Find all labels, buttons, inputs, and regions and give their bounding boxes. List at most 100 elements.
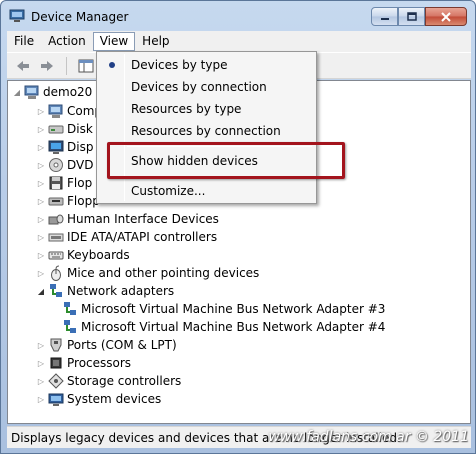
minimize-icon (380, 17, 389, 20)
tree-item-label: Flopp (67, 194, 100, 208)
menu-item-devices-by-type[interactable]: Devices by type (99, 54, 314, 76)
menu-file[interactable]: File (7, 32, 41, 51)
window-title: Device Manager (31, 10, 129, 24)
tree-child-item[interactable]: Microsoft Virtual Machine Bus Network Ad… (60, 300, 385, 318)
menu-item-label: Resources by connection (131, 124, 281, 138)
tree-item[interactable]: ▷ Storage controllers (36, 372, 181, 390)
tree-item[interactable]: ▷ Disp (36, 138, 93, 156)
network-adapter-icon (62, 301, 78, 317)
radio-bullet-icon (109, 62, 115, 68)
expand-arrow-icon[interactable]: ▷ (36, 264, 46, 282)
close-icon (441, 11, 451, 22)
expand-arrow-icon[interactable]: ▷ (36, 138, 46, 156)
expand-arrow-icon[interactable]: ▷ (36, 174, 46, 192)
tree-item-label: Disp (67, 140, 94, 154)
menu-help[interactable]: Help (135, 32, 176, 51)
tree-item[interactable]: ▷ Human Interface Devices (36, 210, 219, 228)
tree-item[interactable]: ▷ Keyboards (36, 246, 130, 264)
show-hide-console-tree-button[interactable] (76, 57, 96, 75)
tree-item-label: IDE ATA/ATAPI controllers (67, 230, 218, 244)
disk-drive-icon (48, 121, 64, 137)
tree-item-label: Storage controllers (67, 374, 182, 388)
keyboard-icon (48, 247, 64, 263)
maximize-button[interactable] (398, 7, 425, 26)
menu-item-label: Resources by type (131, 102, 242, 116)
tree-item-label: Mice and other pointing devices (67, 266, 260, 280)
watermark: www.fadlans.com.ar © 2011 (268, 429, 469, 445)
menu-item-label: Customize... (131, 184, 206, 198)
tree-item-label: Microsoft Virtual Machine Bus Network Ad… (81, 320, 386, 334)
menu-bar: File Action View Help (7, 31, 471, 52)
computer-icon (24, 84, 40, 100)
expand-arrow-icon[interactable]: ▷ (36, 372, 46, 390)
menu-item-resources-by-connection[interactable]: Resources by connection (99, 120, 314, 142)
back-button[interactable] (13, 57, 33, 75)
tree-item-label: Ports (COM & LPT) (67, 338, 177, 352)
menu-item-label: Devices by connection (131, 80, 267, 94)
expand-arrow-icon[interactable]: ▷ (36, 156, 46, 174)
tree-item-label: Keyboards (67, 248, 130, 262)
tree-item[interactable]: ▷ DVD (36, 156, 93, 174)
expand-arrow-icon[interactable]: ▷ (36, 192, 46, 210)
network-adapter-icon (62, 319, 78, 335)
menu-item-devices-by-connection[interactable]: Devices by connection (99, 76, 314, 98)
tree-item-label: System devices (67, 392, 162, 406)
tree-item-label: Flop (67, 176, 93, 190)
tree-child-item[interactable]: Microsoft Virtual Machine Bus Network Ad… (60, 318, 385, 336)
tree-item-label: Human Interface Devices (67, 212, 219, 226)
tree-root[interactable]: ◢ demo20 (12, 83, 92, 101)
back-arrow-icon (17, 60, 29, 71)
tree-item[interactable]: ▷ Disk (36, 120, 93, 138)
console-tree-icon (78, 59, 94, 72)
tree-item[interactable]: ▷ Mice and other pointing devices (36, 264, 259, 282)
expand-arrow-icon[interactable]: ▷ (36, 102, 46, 120)
menu-item-label: Devices by type (131, 58, 228, 72)
expand-arrow-icon[interactable]: ▷ (36, 246, 46, 264)
close-button[interactable] (425, 7, 467, 26)
tree-item-label: Disk (67, 122, 93, 136)
port-icon (48, 337, 64, 353)
menu-item-resources-by-type[interactable]: Resources by type (99, 98, 314, 120)
forward-button[interactable] (37, 57, 57, 75)
menu-view[interactable]: View (92, 32, 136, 51)
expand-arrow-icon[interactable]: ▷ (36, 210, 46, 228)
tree-item[interactable]: ▷ IDE ATA/ATAPI controllers (36, 228, 217, 246)
forward-arrow-icon (41, 60, 53, 71)
collapse-arrow-icon[interactable]: ◢ (12, 83, 22, 101)
tree-item[interactable]: ▷ System devices (36, 390, 161, 408)
floppy-drive-icon (48, 193, 64, 209)
tree-item-label: DVD (67, 158, 94, 172)
expand-arrow-icon[interactable]: ▷ (36, 354, 46, 372)
expand-arrow-icon[interactable]: ▷ (36, 336, 46, 354)
status-bar: Displays legacy devices and devices that… (7, 426, 471, 448)
display-adapter-icon (48, 139, 64, 155)
maximize-icon (406, 12, 417, 21)
ide-controller-icon (48, 229, 64, 245)
hid-icon (48, 211, 64, 227)
expand-arrow-icon[interactable]: ▷ (36, 120, 46, 138)
storage-controller-icon (48, 373, 64, 389)
tree-item[interactable]: ▷ Ports (COM & LPT) (36, 336, 177, 354)
tree-item[interactable]: ▷ Processors (36, 354, 131, 372)
highlight-annotation (107, 142, 345, 179)
mouse-icon (48, 265, 64, 281)
menu-item-customize[interactable]: Customize... (99, 180, 314, 202)
computer-icon (48, 103, 64, 119)
tree-item-label: Processors (67, 356, 132, 370)
minimize-button[interactable] (371, 7, 398, 26)
menu-action[interactable]: Action (41, 32, 93, 51)
tree-item[interactable]: ▷ Comp (36, 102, 102, 120)
system-devices-icon (48, 391, 64, 407)
tree-item-label: Microsoft Virtual Machine Bus Network Ad… (81, 302, 386, 316)
expand-arrow-icon[interactable]: ▷ (36, 390, 46, 408)
tree-item[interactable]: ▷ Flop (36, 174, 92, 192)
processor-icon (48, 355, 64, 371)
tree-item[interactable]: ▷ Flopp (36, 192, 100, 210)
collapse-arrow-icon[interactable]: ◢ (36, 282, 46, 300)
title-bar[interactable]: Device Manager (1, 1, 475, 31)
network-adapter-icon (48, 283, 64, 299)
tree-item-network-adapters[interactable]: ◢ Network adapters (36, 282, 174, 300)
tree-root-label: demo20 (43, 85, 93, 99)
expand-arrow-icon[interactable]: ▷ (36, 228, 46, 246)
view-menu-dropdown: Devices by type Devices by connection Re… (96, 51, 317, 204)
